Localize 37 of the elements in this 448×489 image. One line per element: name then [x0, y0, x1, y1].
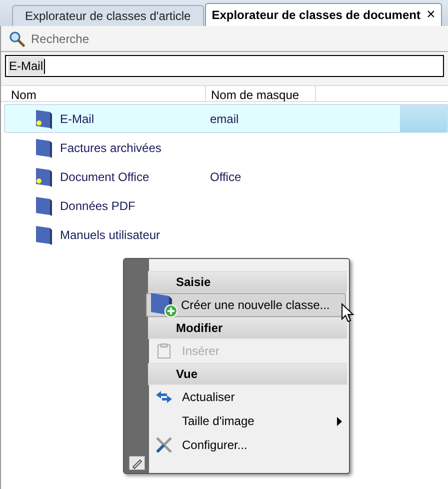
- tab[interactable]: Explorateur de classes d'article: [12, 5, 204, 26]
- row-name: Factures archivées: [60, 140, 162, 156]
- menu-section-header: Saisie: [148, 271, 347, 293]
- filter-field[interactable]: E-Mail: [5, 55, 444, 77]
- refresh-arrows-icon: [155, 390, 173, 404]
- folder-icon: [35, 224, 53, 244]
- search-label[interactable]: Recherche: [31, 30, 90, 48]
- menu-item[interactable]: Créer une nouvelle classe...: [146, 293, 346, 317]
- pencil-icon[interactable]: [128, 456, 144, 470]
- column-header[interactable]: Nom de masque: [206, 86, 316, 101]
- row-mask: Office: [210, 168, 242, 186]
- menu-item[interactable]: Taille d'image: [149, 409, 347, 433]
- row-mask: email: [210, 110, 239, 128]
- new-folder-icon: [149, 293, 177, 317]
- menu-section-header: Modifier: [148, 317, 347, 339]
- selection-bar: [400, 105, 447, 132]
- tab[interactable]: Explorateur de classes de document ×: [204, 3, 442, 26]
- clipboard-icon: [157, 343, 171, 359]
- menu-item[interactable]: Configurer...: [149, 433, 347, 457]
- column-header[interactable]: Nom: [1, 86, 206, 101]
- class-row[interactable]: Données PDF: [5, 191, 448, 220]
- row-name: Données PDF: [60, 198, 136, 214]
- class-row[interactable]: Manuels utilisateur: [5, 220, 448, 249]
- class-row[interactable]: Factures archivées: [5, 133, 448, 162]
- mouse-cursor-icon: [341, 303, 354, 323]
- close-button[interactable]: ×: [426, 4, 436, 26]
- tools-icon: [155, 436, 173, 454]
- menu-section-header: Vue: [148, 363, 347, 385]
- class-row[interactable]: Document Office Office: [5, 162, 448, 191]
- folder-icon: [35, 138, 53, 158]
- row-name: E-Mail: [60, 110, 96, 128]
- row-name: Manuels utilisateur: [60, 226, 162, 244]
- search-icon: [9, 30, 25, 46]
- menu-item[interactable]: Actualiser: [149, 385, 347, 409]
- row-name: Document Office: [60, 168, 150, 186]
- folder-icon: [35, 196, 53, 216]
- class-row[interactable]: E-Mail email: [4, 104, 448, 133]
